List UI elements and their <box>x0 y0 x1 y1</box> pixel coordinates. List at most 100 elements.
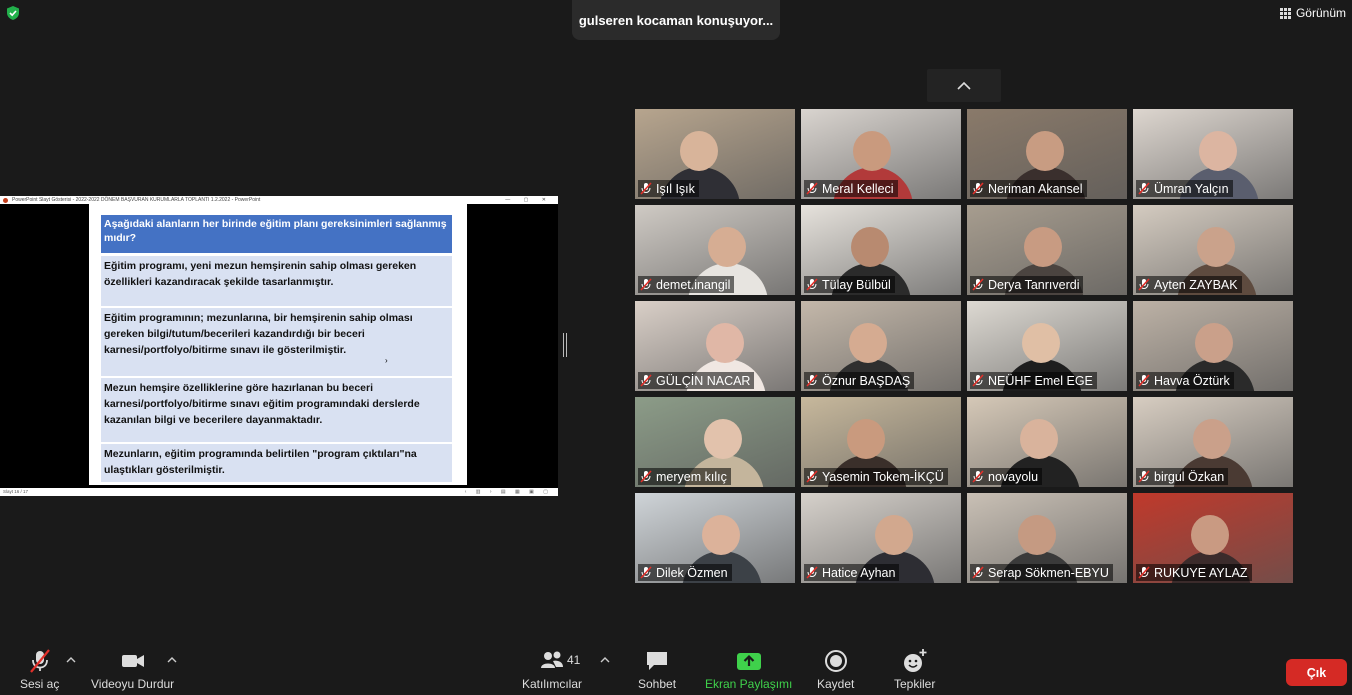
chat-bubble-icon <box>647 652 668 670</box>
record-icon <box>824 650 847 672</box>
emoji-reaction-icon <box>903 649 927 672</box>
video-tile[interactable]: Meral Kelleci <box>801 109 961 199</box>
record-button[interactable]: Kaydet <box>817 648 854 691</box>
leave-label: Çık <box>1306 665 1327 680</box>
microphone-muted-icon <box>29 649 50 673</box>
person-silhouette-head <box>847 419 885 459</box>
presentation-slide: Aşağıdaki alanların her birinde eğitim p… <box>89 204 467 485</box>
video-camera-icon <box>121 655 144 667</box>
share-screen-label: Ekran Paylaşımı <box>705 677 793 691</box>
video-tile[interactable]: Öznur BAŞDAŞ <box>801 301 961 391</box>
video-tile[interactable]: NEÜHF Emel EGE <box>967 301 1127 391</box>
participant-name: demet.inangil <box>656 277 731 292</box>
encryption-shield-icon[interactable] <box>5 5 21 21</box>
participant-name: birgul Özkan <box>1154 469 1225 484</box>
collapse-gallery-button[interactable] <box>927 69 1001 102</box>
video-tile[interactable]: Dilek Özmen <box>635 493 795 583</box>
participant-name: GÜLÇİN NACAR <box>656 373 751 388</box>
microphone-muted-icon <box>972 470 984 483</box>
participant-name: Ümran Yalçın <box>1154 181 1229 196</box>
person-silhouette-head <box>1024 227 1062 267</box>
person-silhouette-head <box>1199 131 1237 171</box>
participant-name: Öznur BAŞDAŞ <box>822 373 911 388</box>
video-options-caret-icon[interactable] <box>167 656 177 664</box>
participant-name-label: Neriman Akansel <box>970 180 1087 197</box>
video-tile[interactable]: Serap Sökmen-EBYU <box>967 493 1127 583</box>
window-controls: — ▢ ✕ <box>505 197 552 203</box>
person-silhouette-head <box>1018 515 1056 555</box>
participant-name-label: Derya Tanrıverdi <box>970 276 1084 293</box>
audio-options-caret-icon[interactable] <box>66 656 76 664</box>
leave-meeting-button[interactable]: Çık <box>1286 659 1347 686</box>
slide-nav-controls: ‹ ▥ › ▤ ▦ ▣ ▢ <box>464 489 552 495</box>
video-tile[interactable]: novayolu <box>967 397 1127 487</box>
view-button[interactable]: Görünüm <box>1279 4 1346 22</box>
share-screen-button[interactable]: Ekran Paylaşımı <box>705 648 792 691</box>
participant-name-label: meryem kılıç <box>638 468 731 485</box>
microphone-muted-icon <box>640 374 652 387</box>
participant-name-label: birgul Özkan <box>1136 468 1229 485</box>
shared-window-statusbar: Slayt 16 / 17 ‹ ▥ › ▤ ▦ ▣ ▢ <box>0 488 558 496</box>
microphone-muted-icon <box>1138 470 1150 483</box>
record-label: Kaydet <box>817 677 855 691</box>
video-tile[interactable]: Tülay Bülbül <box>801 205 961 295</box>
microphone-muted-icon <box>972 374 984 387</box>
video-tile[interactable]: Havva Öztürk <box>1133 301 1293 391</box>
video-gallery: Işıl Işık Meral Kelleci Neriman Akansel Ümr… <box>635 109 1293 583</box>
reactions-label: Tepkiler <box>894 677 936 691</box>
shared-screen[interactable]: PowerPoint Slayt Gösterisi - 2022-2022 D… <box>0 196 558 496</box>
video-tile[interactable]: Işıl Işık <box>635 109 795 199</box>
participants-label: Katılımcılar <box>522 677 583 691</box>
participant-name-label: Ayten ZAYBAK <box>1136 276 1242 293</box>
microphone-muted-icon <box>640 470 652 483</box>
microphone-muted-icon <box>972 182 984 195</box>
video-tile[interactable]: birgul Özkan <box>1133 397 1293 487</box>
video-tile[interactable]: GÜLÇİN NACAR <box>635 301 795 391</box>
participant-name-label: Öznur BAŞDAŞ <box>804 372 915 389</box>
microphone-muted-icon <box>640 566 652 579</box>
participant-name-label: Tülay Bülbül <box>804 276 895 293</box>
microphone-muted-icon <box>640 278 652 291</box>
participant-name: meryem kılıç <box>656 469 727 484</box>
mouse-cursor-icon: › <box>385 356 388 365</box>
person-silhouette-head <box>706 323 744 363</box>
split-view-handle[interactable] <box>563 333 567 357</box>
unmute-button[interactable]: Sesi aç <box>20 648 59 691</box>
participant-name-label: Dilek Özmen <box>638 564 732 581</box>
microphone-muted-icon <box>806 470 818 483</box>
video-tile[interactable]: Neriman Akansel <box>967 109 1127 199</box>
participant-name: Derya Tanrıverdi <box>988 277 1080 292</box>
participant-name: Işıl Işık <box>656 181 695 196</box>
participant-name: Dilek Özmen <box>656 565 728 580</box>
video-tile[interactable]: demet.inangil <box>635 205 795 295</box>
stop-video-button[interactable]: Videoyu Durdur <box>91 648 174 691</box>
chat-button[interactable]: Sohbet <box>638 648 676 691</box>
participant-name-label: Serap Sökmen-EBYU <box>970 564 1113 581</box>
microphone-muted-icon <box>806 374 818 387</box>
unmute-label: Sesi aç <box>20 677 60 691</box>
participants-options-caret-icon[interactable] <box>600 656 610 664</box>
video-tile[interactable]: RUKUYE AYLAZ <box>1133 493 1293 583</box>
person-silhouette-head <box>1020 419 1058 459</box>
video-tile[interactable]: Yasemin Tokem-İKÇÜ <box>801 397 961 487</box>
participant-name-label: novayolu <box>970 468 1043 485</box>
person-silhouette-head <box>702 515 740 555</box>
participant-name-label: RUKUYE AYLAZ <box>1136 564 1252 581</box>
microphone-muted-icon <box>806 566 818 579</box>
share-screen-icon <box>736 653 761 670</box>
view-label: Görünüm <box>1295 6 1346 20</box>
participant-name: novayolu <box>988 469 1039 484</box>
video-tile[interactable]: Ayten ZAYBAK <box>1133 205 1293 295</box>
shared-window-title: PowerPoint Slayt Gösterisi - 2022-2022 D… <box>12 197 261 203</box>
microphone-muted-icon <box>972 278 984 291</box>
chat-label: Sohbet <box>638 677 677 691</box>
participant-name: Yasemin Tokem-İKÇÜ <box>822 469 944 484</box>
reactions-button[interactable]: Tepkiler <box>894 648 935 691</box>
video-tile[interactable]: Derya Tanrıverdi <box>967 205 1127 295</box>
participant-name-label: Meral Kelleci <box>804 180 898 197</box>
video-tile[interactable]: meryem kılıç <box>635 397 795 487</box>
video-tile[interactable]: Ümran Yalçın <box>1133 109 1293 199</box>
person-silhouette-head <box>704 419 742 459</box>
video-tile[interactable]: Hatice Ayhan <box>801 493 961 583</box>
microphone-muted-icon <box>806 278 818 291</box>
